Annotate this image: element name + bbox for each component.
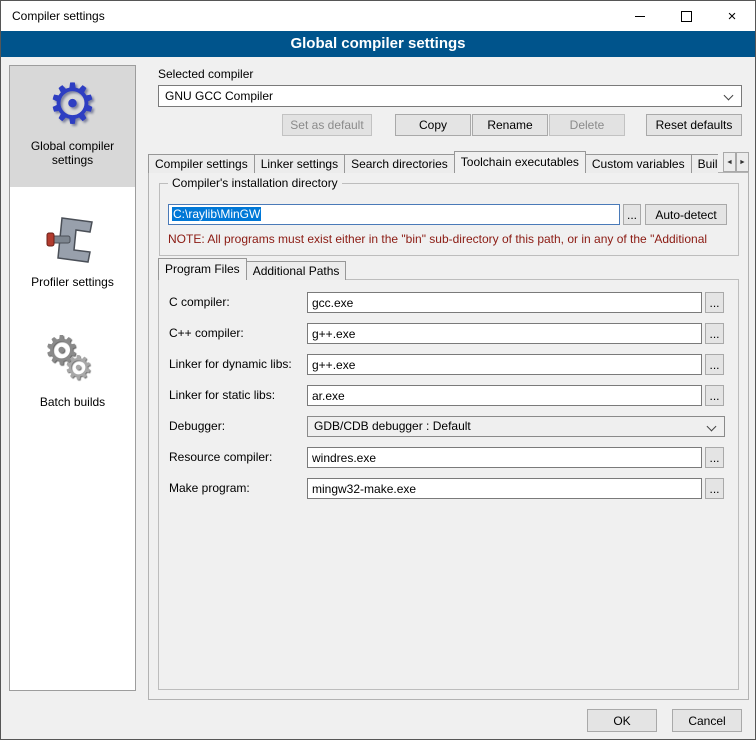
gear-icon: ⚙: [47, 76, 97, 132]
field-label: C compiler:: [169, 295, 230, 309]
field-label: C++ compiler:: [169, 326, 244, 340]
settings-category-list: ⚙ Global compiler settings Profiler sett…: [9, 65, 136, 691]
field-label: Resource compiler:: [169, 450, 272, 464]
installation-note: NOTE: All programs must exist either in …: [168, 232, 736, 246]
program-files-page: C compiler: ... C++ compiler: ... Linker…: [158, 279, 739, 690]
set-as-default-button[interactable]: Set as default: [282, 114, 372, 136]
cancel-button[interactable]: Cancel: [672, 709, 742, 732]
clamp-icon: [46, 212, 100, 268]
compiler-select[interactable]: GNU GCC Compiler: [158, 85, 742, 107]
compiler-settings-window: Compiler settings × Global compiler sett…: [0, 0, 756, 740]
c-compiler-input[interactable]: [307, 292, 702, 313]
browse-button[interactable]: ...: [705, 323, 724, 344]
field-row-make-program: Make program: ...: [159, 478, 738, 500]
sidebar-item-global-compiler-settings[interactable]: ⚙ Global compiler settings: [10, 66, 135, 187]
browse-button[interactable]: ...: [705, 478, 724, 499]
auto-detect-button[interactable]: Auto-detect: [645, 204, 727, 225]
installation-directory-group-label: Compiler's installation directory: [168, 176, 342, 190]
maximize-button[interactable]: [663, 1, 709, 31]
browse-button[interactable]: ...: [705, 447, 724, 468]
browse-button[interactable]: ...: [705, 292, 724, 313]
tab-search-directories[interactable]: Search directories: [344, 154, 455, 173]
browse-button[interactable]: ...: [705, 385, 724, 406]
browse-directory-button[interactable]: ...: [623, 204, 641, 225]
resource-compiler-input[interactable]: [307, 447, 702, 468]
tab-toolchain-executables[interactable]: Toolchain executables: [454, 151, 586, 173]
chevron-down-icon: [707, 422, 717, 432]
field-row-c-compiler: C compiler: ...: [159, 292, 738, 314]
cpp-compiler-input[interactable]: [307, 323, 702, 344]
ok-button[interactable]: OK: [587, 709, 657, 732]
maximize-icon: [681, 11, 692, 22]
delete-button[interactable]: Delete: [549, 114, 625, 136]
arrow-right-icon: ►: [739, 159, 746, 166]
debugger-select-value: GDB/CDB debugger : Default: [314, 419, 471, 433]
minimize-icon: [635, 16, 645, 17]
browse-button[interactable]: ...: [705, 354, 724, 375]
selected-compiler-label: Selected compiler: [158, 67, 253, 81]
debugger-select[interactable]: GDB/CDB debugger : Default: [307, 416, 725, 437]
installation-directory-input[interactable]: C:\raylib\MinGW: [168, 204, 620, 225]
field-label: Debugger:: [169, 419, 225, 433]
tab-build-truncated[interactable]: Buil: [691, 154, 718, 173]
tab-custom-variables[interactable]: Custom variables: [585, 154, 692, 173]
field-label: Make program:: [169, 481, 250, 495]
titlebar[interactable]: Compiler settings ×: [1, 1, 755, 31]
make-program-input[interactable]: [307, 478, 702, 499]
arrow-left-icon: ◄: [726, 159, 733, 166]
field-label: Linker for static libs:: [169, 388, 275, 402]
window-title: Compiler settings: [1, 1, 617, 31]
minimize-button[interactable]: [617, 1, 663, 31]
sidebar-item-profiler-settings[interactable]: Profiler settings: [10, 202, 135, 302]
copy-button[interactable]: Copy: [395, 114, 471, 136]
sidebar-item-label: Batch builds: [10, 392, 135, 409]
rename-button[interactable]: Rename: [472, 114, 548, 136]
settings-tabs: Compiler settings Linker settings Search…: [148, 151, 723, 173]
sidebar-item-label: Global compiler settings: [10, 136, 135, 167]
sidebar-item-batch-builds[interactable]: ⚙ ⚙ Batch builds: [10, 322, 135, 422]
page-title: Global compiler settings: [1, 31, 755, 57]
program-tabs: Program Files Additional Paths: [158, 258, 345, 280]
field-row-cpp-compiler: C++ compiler: ...: [159, 323, 738, 345]
sidebar-item-label: Profiler settings: [10, 272, 135, 289]
field-label: Linker for dynamic libs:: [169, 357, 292, 371]
field-row-linker-static: Linker for static libs: ...: [159, 385, 738, 407]
reset-defaults-button[interactable]: Reset defaults: [646, 114, 742, 136]
tab-additional-paths[interactable]: Additional Paths: [246, 261, 347, 280]
linker-static-input[interactable]: [307, 385, 702, 406]
field-row-linker-dynamic: Linker for dynamic libs: ...: [159, 354, 738, 376]
installation-directory-group: Compiler's installation directory C:\ray…: [159, 183, 739, 256]
tab-scroll-left-button[interactable]: ◄: [723, 152, 736, 172]
compiler-select-value: GNU GCC Compiler: [165, 89, 273, 103]
linker-dynamic-input[interactable]: [307, 354, 702, 375]
field-row-resource-compiler: Resource compiler: ...: [159, 447, 738, 469]
field-row-debugger: Debugger: GDB/CDB debugger : Default: [159, 416, 738, 438]
tab-scroll-right-button[interactable]: ►: [736, 152, 749, 172]
gears-icon: ⚙ ⚙: [44, 331, 102, 389]
close-icon: ×: [728, 9, 737, 24]
chevron-down-icon: [724, 91, 734, 101]
installation-directory-value: C:\raylib\MinGW: [172, 207, 261, 221]
tab-compiler-settings[interactable]: Compiler settings: [148, 154, 255, 173]
close-button[interactable]: ×: [709, 1, 755, 31]
tab-linker-settings[interactable]: Linker settings: [254, 154, 345, 173]
tab-program-files[interactable]: Program Files: [158, 258, 247, 280]
